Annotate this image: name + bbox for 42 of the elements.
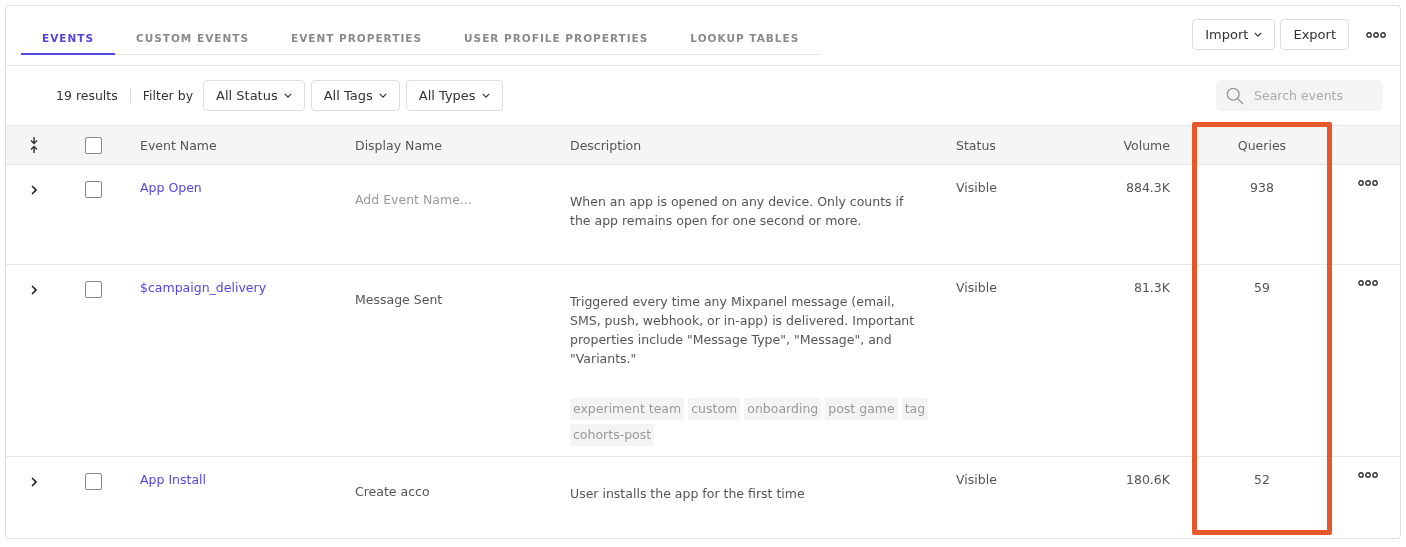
- tag[interactable]: onboarding: [744, 398, 822, 420]
- queries-value: 52: [1254, 472, 1270, 487]
- export-button[interactable]: Export: [1280, 19, 1349, 50]
- column-header: Event Name: [140, 137, 217, 153]
- tag[interactable]: cohorts-post: [570, 424, 655, 446]
- status-text: Visible: [956, 180, 997, 195]
- event-description: Triggered every time any Mixpanel message (email, SMS, push, webhook, or in-app) is delivered. Important properties include "Message Type", "Message", and "Variants.": [570, 293, 915, 368]
- event-description: User installs the app for the first time: [570, 485, 806, 503]
- tab[interactable]: EVENT PROPERTIES: [269, 22, 444, 55]
- display-name: Message Sent: [355, 292, 443, 307]
- volume-value: 81.3K: [1133, 280, 1170, 295]
- event-description: When an app is opened on any device. Only counts if the app remains open for one second or more.: [570, 193, 905, 230]
- tag[interactable]: custom: [688, 398, 741, 420]
- queries-value: 59: [1254, 280, 1270, 295]
- search-field[interactable]: Search events: [1216, 80, 1383, 111]
- tag[interactable]: post game: [825, 398, 898, 420]
- filter-dropdown[interactable]: All Tags: [310, 80, 400, 111]
- tag[interactable]: tag: [901, 398, 929, 420]
- column-header: Description: [570, 137, 642, 153]
- event-name-link[interactable]: App Open: [140, 180, 202, 195]
- tab[interactable]: USER PROFILE PROPERTIES: [443, 22, 670, 55]
- tab[interactable]: EVENTS: [21, 22, 115, 55]
- column-header: Display Name: [355, 137, 442, 153]
- tab[interactable]: CUSTOM EVENTS: [115, 22, 270, 55]
- column-header: Status: [956, 137, 996, 153]
- filter-dropdown[interactable]: All Status: [203, 80, 305, 111]
- queries-value: 938: [1250, 180, 1274, 195]
- event-name-link[interactable]: App Install: [140, 472, 207, 487]
- status-text: Visible: [956, 280, 997, 295]
- tab[interactable]: LOOKUP TABLES: [669, 22, 821, 55]
- tag[interactable]: experiment team: [570, 398, 685, 420]
- import-button[interactable]: Import: [1192, 19, 1276, 50]
- volume-value: 180.6K: [1126, 472, 1170, 487]
- volume-value: 884.3K: [1126, 180, 1170, 195]
- column-header: Volume: [1123, 137, 1170, 153]
- column-header: Queries: [1237, 137, 1287, 153]
- status-text: Visible: [956, 472, 997, 487]
- filter-label: Filter by: [142, 88, 194, 103]
- filter-dropdown[interactable]: All Types: [405, 80, 503, 111]
- display-name: Create acco: [355, 484, 430, 499]
- event-name-link[interactable]: $campaign_delivery: [140, 280, 267, 295]
- results-count: 19 results: [56, 88, 131, 103]
